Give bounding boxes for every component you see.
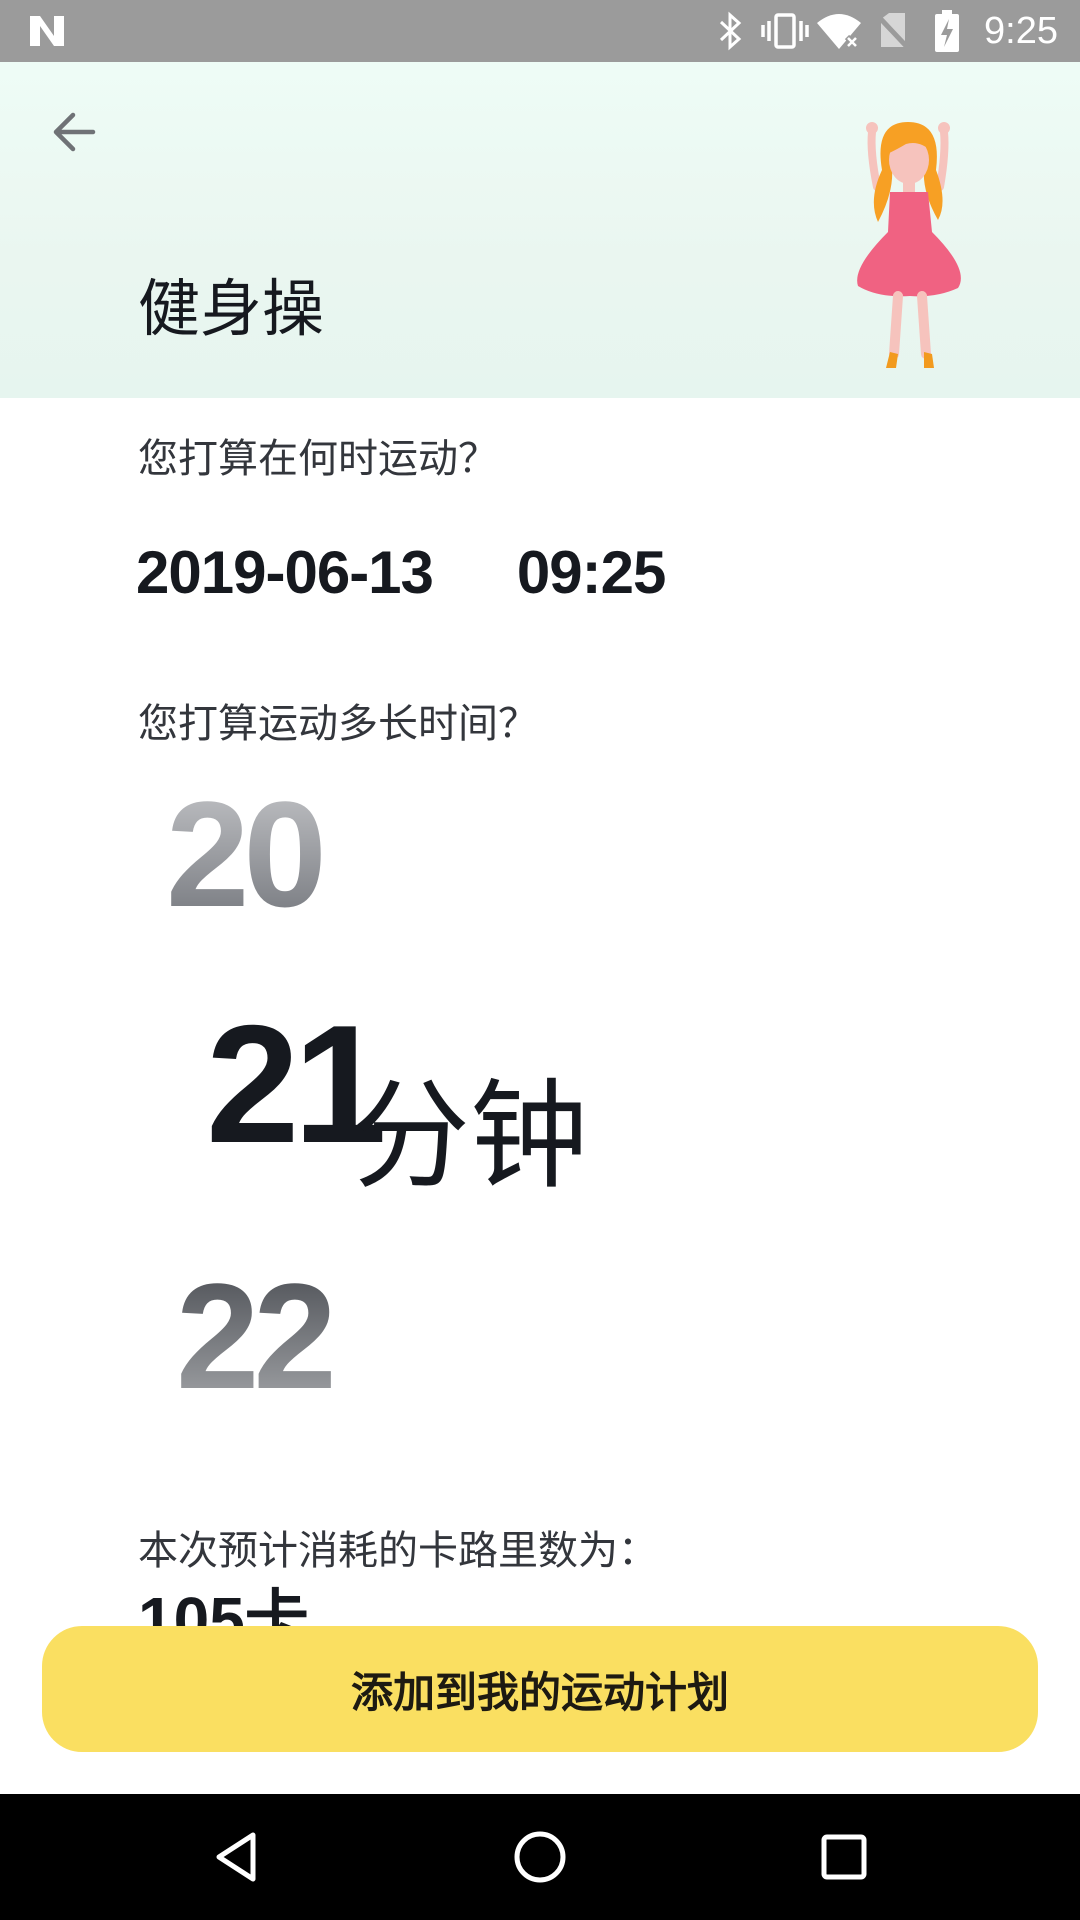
date-value[interactable]: 2019-06-13 [136, 538, 434, 607]
bluetooth-icon [704, 0, 758, 62]
when-question: 您打算在何时运动？ [138, 436, 498, 482]
page-title: 健身操 [138, 272, 325, 345]
status-bar: 9:25 [0, 0, 1080, 62]
vibrate-icon [758, 0, 812, 62]
add-to-plan-button[interactable]: 添加到我的运动计划 [42, 1626, 1038, 1752]
duration-option-next[interactable]: 22 [176, 1250, 337, 1423]
header: 健身操 [0, 62, 1080, 398]
no-sim-icon [866, 0, 920, 62]
nav-back-icon [216, 1832, 256, 1882]
status-time: 9:25 [984, 9, 1058, 52]
nav-recents-icon [821, 1834, 867, 1880]
nav-back-button[interactable] [196, 1824, 276, 1890]
datetime-row: 2019-06-13 09:25 [136, 538, 666, 607]
nav-home-icon [514, 1831, 566, 1883]
dancing-girl-illustration [857, 122, 961, 368]
nav-recents-button[interactable] [804, 1824, 884, 1890]
time-value[interactable]: 09:25 [517, 538, 666, 607]
battery-charging-icon [920, 0, 974, 62]
arrow-left-icon [53, 112, 96, 152]
notification-n-icon [30, 16, 64, 46]
navigation-bar [0, 1794, 1080, 1920]
calorie-label: 本次预计消耗的卡路里数为： [138, 1528, 658, 1574]
back-button[interactable] [44, 102, 104, 162]
nav-home-button[interactable] [500, 1824, 580, 1890]
wifi-icon [812, 0, 866, 62]
duration-picker[interactable]: 20 21 分钟 22 [0, 738, 1080, 1420]
duration-unit: 分钟 [352, 1067, 589, 1205]
duration-option-previous[interactable]: 20 [166, 768, 327, 941]
